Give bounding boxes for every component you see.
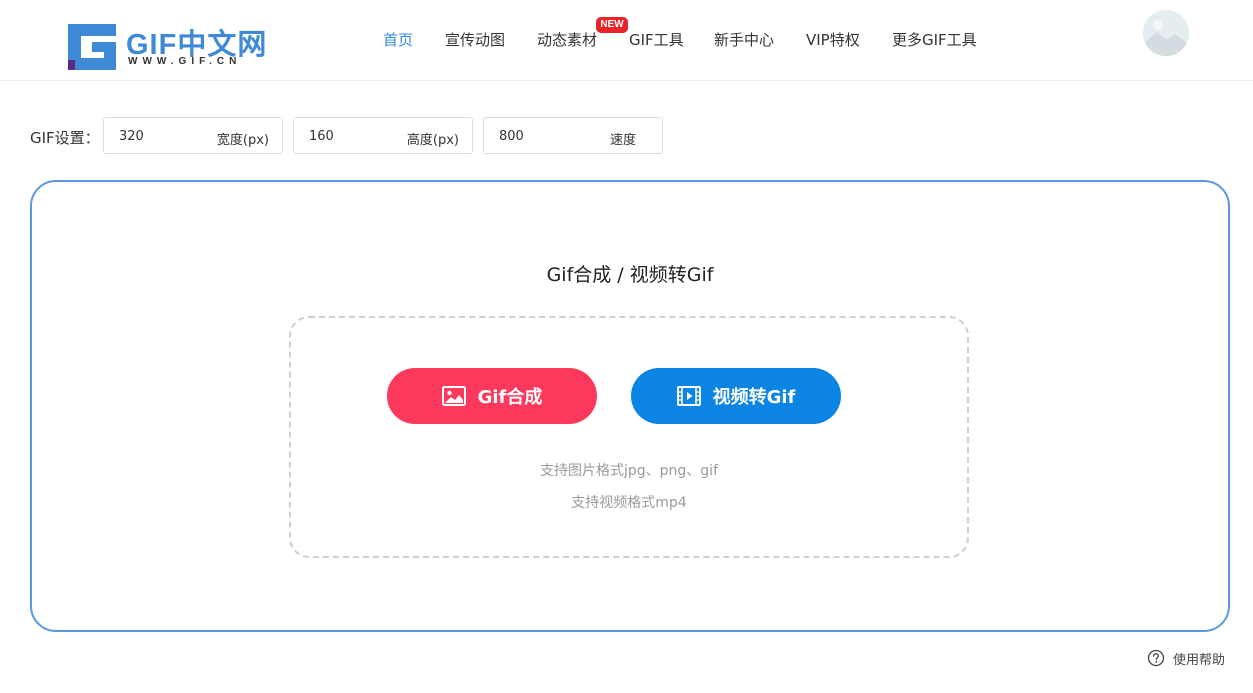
image-icon: [441, 386, 466, 406]
new-badge: NEW: [596, 17, 628, 33]
gif-maker-panel: Gif合成 / 视频转Gif Gif合成 视频转Gif 支持图片格式jpg、pn…: [30, 180, 1230, 632]
upload-dropzone[interactable]: Gif合成 视频转Gif 支持图片格式jpg、png、gif 支持视频格式mp4: [289, 316, 969, 558]
avatar-placeholder-icon: [1143, 10, 1189, 56]
gif-compose-button[interactable]: Gif合成: [387, 368, 597, 424]
question-circle-icon: [1147, 649, 1165, 667]
help-label: 使用帮助: [1173, 652, 1226, 668]
speed-unit: 速度: [609, 133, 636, 148]
nav-animated-assets[interactable]: 动态素材: [537, 29, 597, 50]
logo-subtitle: WWW.GIF.CN: [128, 56, 242, 67]
film-icon: [676, 386, 701, 406]
image-format-hint: 支持图片格式jpg、png、gif: [539, 463, 718, 479]
gif-settings-label: GIF设置：: [30, 129, 100, 147]
video-to-gif-button[interactable]: 视频转Gif: [631, 368, 841, 424]
panel-title: Gif合成 / 视频转Gif: [546, 264, 714, 286]
height-unit: 高度(px): [406, 133, 459, 148]
width-field[interactable]: 320 宽度(px): [103, 117, 283, 154]
nav-beginner-center[interactable]: 新手中心: [714, 29, 774, 50]
user-avatar[interactable]: [1143, 10, 1189, 56]
width-unit: 宽度(px): [216, 133, 269, 148]
width-value: 320: [119, 129, 144, 144]
speed-field[interactable]: 800 速度: [483, 117, 663, 154]
speed-value: 800: [499, 129, 524, 144]
height-field[interactable]: 160 高度(px): [293, 117, 473, 154]
help-link[interactable]: 使用帮助: [1147, 649, 1226, 668]
logo-mark-icon: [68, 24, 116, 70]
site-logo[interactable]: GIF中文网 WWW.GIF.CN: [68, 22, 268, 72]
nav-gif-tools[interactable]: GIF工具: [629, 29, 684, 50]
nav-home[interactable]: 首页: [383, 29, 413, 50]
nav-vip[interactable]: VIP特权: [806, 29, 860, 50]
nav-promo-gifs[interactable]: 宣传动图: [445, 29, 505, 50]
video-format-hint: 支持视频格式mp4: [571, 495, 687, 511]
video-to-gif-label: 视频转Gif: [712, 387, 796, 408]
nav-more-gif-tools[interactable]: 更多GIF工具: [892, 29, 977, 50]
gif-compose-label: Gif合成: [477, 387, 543, 408]
top-header: GIF中文网 WWW.GIF.CN 首页 宣传动图 动态素材 NEW GIF工具…: [0, 0, 1253, 81]
height-value: 160: [309, 129, 334, 144]
